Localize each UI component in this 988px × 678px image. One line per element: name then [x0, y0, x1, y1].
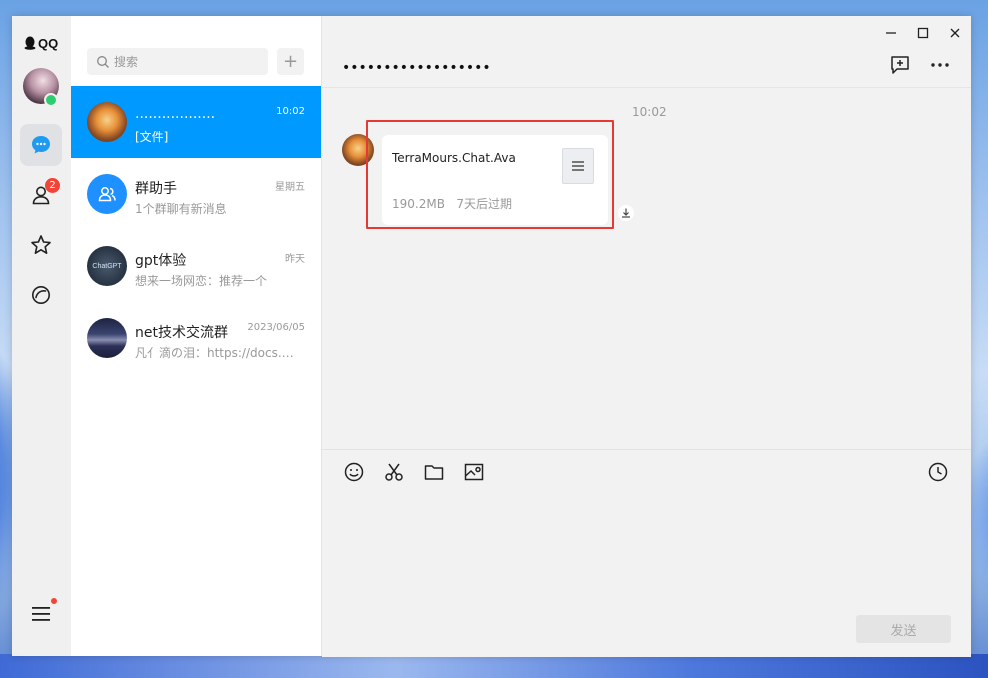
conversation-time: 2023/06/05 [247, 322, 305, 333]
maximize-icon [917, 27, 929, 39]
header-divider [322, 87, 971, 88]
search-placeholder: 搜索 [114, 55, 139, 69]
conversation-avatar [87, 174, 127, 214]
history-button[interactable] [926, 460, 950, 484]
conversation-time: 10:02 [276, 106, 305, 117]
conversation-last-message: 1个群聊有新消息 [135, 202, 227, 216]
conversation-item[interactable]: .................. [文件] 10:02 [71, 86, 321, 158]
scissors-icon [385, 463, 403, 481]
create-group-button[interactable] [888, 53, 912, 77]
chat-bubble-icon [32, 136, 50, 154]
download-button[interactable] [618, 205, 634, 221]
hamburger-icon [32, 607, 50, 621]
search-icon [97, 55, 109, 68]
add-button[interactable]: + [277, 48, 304, 75]
qq-logo: QQ [24, 35, 58, 51]
more-icon [931, 63, 949, 67]
message-input-area[interactable]: 发送 [322, 449, 971, 657]
more-options-button[interactable] [928, 53, 952, 77]
conversation-item[interactable]: ChatGPT gpt体验 想来一场网恋：推荐一个 昨天 [71, 230, 321, 302]
avatar-text: ChatGPT [92, 262, 122, 270]
qq-window: QQ 2 搜索 + .................. [文件] 10:02 … [12, 16, 971, 657]
send-image-button[interactable] [462, 460, 486, 484]
message-timestamp: 10:02 [632, 105, 667, 119]
nav-channels[interactable] [20, 274, 62, 316]
conversation-name: .................. [135, 106, 216, 122]
conversation-name: gpt体验 [135, 253, 187, 269]
minimize-icon [886, 32, 896, 34]
screenshot-button[interactable] [382, 460, 406, 484]
minimize-button[interactable] [884, 26, 898, 40]
add-chat-icon [891, 56, 909, 74]
conversation-list-panel: 搜索 + .................. [文件] 10:02 群助手 1… [71, 16, 322, 656]
conversation-item[interactable]: 群助手 1个群聊有新消息 星期五 [71, 158, 321, 230]
download-icon [622, 208, 630, 218]
conversation-avatar [87, 318, 127, 358]
star-icon [31, 235, 51, 254]
conversation-last-message: 凡亻滴の泪：https://docs.… [135, 346, 294, 360]
conversation-time: 星期五 [275, 182, 305, 193]
search-input[interactable]: 搜索 [87, 48, 268, 75]
penguin-icon [24, 36, 36, 50]
conversation-avatar [87, 102, 127, 142]
send-button[interactable]: 发送 [856, 615, 951, 643]
conversation-last-message: [文件] [135, 130, 169, 144]
nav-messages[interactable] [20, 124, 62, 166]
maximize-button[interactable] [916, 26, 930, 40]
wallpaper-bottom [0, 654, 988, 678]
contacts-badge: 2 [45, 178, 60, 193]
group-icon [98, 187, 116, 202]
conversation-name: net技术交流群 [135, 325, 228, 341]
chat-panel: •••••••••••••••••• 10:02 TerraMours.Chat… [322, 16, 971, 657]
folder-icon [424, 465, 444, 480]
nav-rail: QQ 2 [12, 16, 71, 656]
conversation-time: 昨天 [285, 254, 305, 265]
close-icon [950, 28, 960, 38]
online-status-dot [44, 93, 58, 107]
image-icon [464, 463, 484, 481]
highlight-box [366, 120, 614, 229]
planet-icon [32, 286, 50, 304]
conversation-last-message: 想来一场网恋：推荐一个 [135, 274, 268, 288]
conversation-avatar: ChatGPT [87, 246, 127, 286]
send-file-button[interactable] [422, 460, 446, 484]
emoji-button[interactable] [342, 460, 366, 484]
chat-title: •••••••••••••••••• [342, 60, 491, 76]
logo-text: QQ [38, 35, 59, 51]
emoji-icon [344, 462, 364, 482]
close-button[interactable] [948, 26, 962, 40]
conversation-item[interactable]: net技术交流群 凡亻滴の泪：https://docs.… 2023/06/05 [71, 302, 321, 374]
conversation-name: 群助手 [135, 181, 177, 197]
menu-notification-dot [51, 598, 57, 604]
clock-icon [928, 462, 948, 482]
nav-favorites[interactable] [20, 224, 62, 266]
